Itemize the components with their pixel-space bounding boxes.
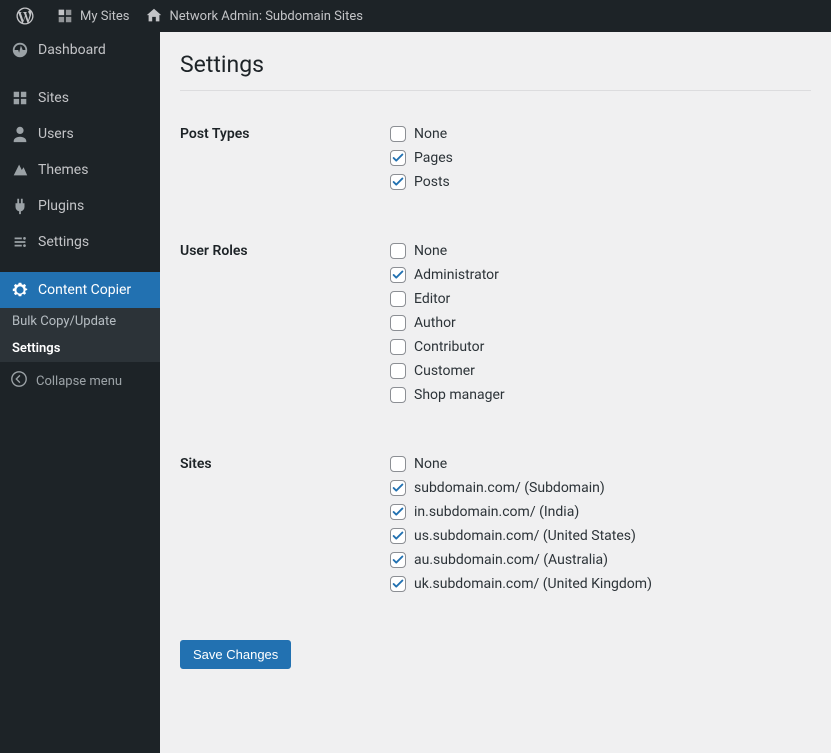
checkbox-row: Editor — [390, 291, 801, 307]
home-icon — [145, 7, 163, 25]
sidebar-item-settings[interactable]: Settings — [0, 224, 160, 260]
sidebar-item-sites[interactable]: Sites — [0, 80, 160, 116]
checkbox-label[interactable]: Author — [414, 315, 456, 331]
checkbox[interactable] — [390, 267, 406, 283]
checkbox-row: us.subdomain.com/ (United States) — [390, 528, 801, 544]
toolbar-my-sites[interactable]: My Sites — [48, 0, 137, 32]
plugins-icon — [10, 196, 30, 216]
sidebar-item-label: Themes — [38, 162, 88, 178]
collapse-label: Collapse menu — [36, 374, 122, 389]
checkbox[interactable] — [390, 174, 406, 190]
checkbox-label[interactable]: Pages — [414, 150, 453, 166]
section-label: Post Types — [180, 111, 380, 228]
checkbox-row: None — [390, 243, 801, 259]
toolbar-network-admin-label: Network Admin: Subdomain Sites — [169, 9, 362, 24]
checkbox-row: au.subdomain.com/ (Australia) — [390, 552, 801, 568]
checkbox-label[interactable]: Shop manager — [414, 387, 505, 403]
checkbox[interactable] — [390, 480, 406, 496]
checkbox[interactable] — [390, 552, 406, 568]
checkbox-label[interactable]: None — [414, 126, 447, 142]
checkbox-row: None — [390, 126, 801, 142]
sidebar-item-label: Sites — [38, 90, 69, 106]
checkbox-label[interactable]: Administrator — [414, 267, 499, 283]
sites-icon — [56, 7, 74, 25]
users-icon — [10, 124, 30, 144]
save-button[interactable]: Save Changes — [180, 640, 291, 669]
toolbar-my-sites-label: My Sites — [80, 9, 129, 24]
checkbox-label[interactable]: Contributor — [414, 339, 484, 355]
checkbox-label[interactable]: au.subdomain.com/ (Australia) — [414, 552, 608, 568]
checkbox-row: Contributor — [390, 339, 801, 355]
checkbox-label[interactable]: None — [414, 456, 447, 472]
checkbox-label[interactable]: in.subdomain.com/ (India) — [414, 504, 579, 520]
sidebar-subitem[interactable]: Settings — [0, 335, 160, 362]
sidebar-item-plugins[interactable]: Plugins — [0, 188, 160, 224]
admin-toolbar: My Sites Network Admin: Subdomain Sites — [0, 0, 831, 32]
themes-icon — [10, 160, 30, 180]
checkbox-row: uk.subdomain.com/ (United Kingdom) — [390, 576, 801, 592]
content-area: Settings Post Types None Pages Posts User Ro… — [160, 32, 831, 753]
checkbox[interactable] — [390, 387, 406, 403]
checkbox[interactable] — [390, 576, 406, 592]
dashboard-icon — [10, 40, 30, 60]
sidebar-item-label: Content Copier — [38, 282, 131, 298]
checkbox-row: Customer — [390, 363, 801, 379]
sidebar-item-label: Users — [38, 126, 74, 142]
checkbox-label[interactable]: uk.subdomain.com/ (United Kingdom) — [414, 576, 652, 592]
sidebar-item-label: Dashboard — [38, 42, 106, 58]
checkbox-row: subdomain.com/ (Subdomain) — [390, 480, 801, 496]
divider — [180, 90, 811, 91]
checkbox[interactable] — [390, 456, 406, 472]
collapse-menu[interactable]: Collapse menu — [0, 362, 160, 400]
checkbox[interactable] — [390, 363, 406, 379]
section-label: User Roles — [180, 228, 380, 441]
checkbox-row: Author — [390, 315, 801, 331]
gear-icon — [10, 280, 30, 300]
checkbox-row: Pages — [390, 150, 801, 166]
wp-logo[interactable] — [8, 0, 48, 32]
settings-icon — [10, 232, 30, 252]
checkbox[interactable] — [390, 504, 406, 520]
sidebar-item-themes[interactable]: Themes — [0, 152, 160, 188]
checkbox-label[interactable]: Editor — [414, 291, 450, 307]
toolbar-network-admin[interactable]: Network Admin: Subdomain Sites — [137, 0, 370, 32]
checkbox-row: in.subdomain.com/ (India) — [390, 504, 801, 520]
sidebar-item-label: Settings — [38, 234, 89, 250]
wordpress-icon — [16, 7, 34, 25]
sidebar-item-label: Plugins — [38, 198, 84, 214]
checkbox-label[interactable]: us.subdomain.com/ (United States) — [414, 528, 636, 544]
checkbox-label[interactable]: None — [414, 243, 447, 259]
sidebar-item-users[interactable]: Users — [0, 116, 160, 152]
checkbox-label[interactable]: Customer — [414, 363, 475, 379]
checkbox[interactable] — [390, 291, 406, 307]
sidebar-item-content-copier[interactable]: Content Copier — [0, 272, 160, 308]
checkbox[interactable] — [390, 315, 406, 331]
checkbox[interactable] — [390, 150, 406, 166]
sites-icon — [10, 88, 30, 108]
checkbox[interactable] — [390, 528, 406, 544]
admin-sidebar: Dashboard Sites Users Themes Plugins Settings… — [0, 32, 160, 753]
checkbox[interactable] — [390, 126, 406, 142]
sidebar-subitem[interactable]: Bulk Copy/Update — [0, 308, 160, 335]
page-title: Settings — [180, 42, 811, 82]
checkbox-row: Posts — [390, 174, 801, 190]
checkbox-label[interactable]: subdomain.com/ (Subdomain) — [414, 480, 605, 496]
checkbox-row: Shop manager — [390, 387, 801, 403]
checkbox-row: Administrator — [390, 267, 801, 283]
settings-form: Post Types None Pages Posts User Roles None Ad… — [180, 111, 811, 630]
checkbox-label[interactable]: Posts — [414, 174, 450, 190]
section-label: Sites — [180, 441, 380, 630]
collapse-icon — [10, 370, 28, 392]
checkbox[interactable] — [390, 243, 406, 259]
checkbox-row: None — [390, 456, 801, 472]
checkbox[interactable] — [390, 339, 406, 355]
sidebar-item-dashboard[interactable]: Dashboard — [0, 32, 160, 68]
